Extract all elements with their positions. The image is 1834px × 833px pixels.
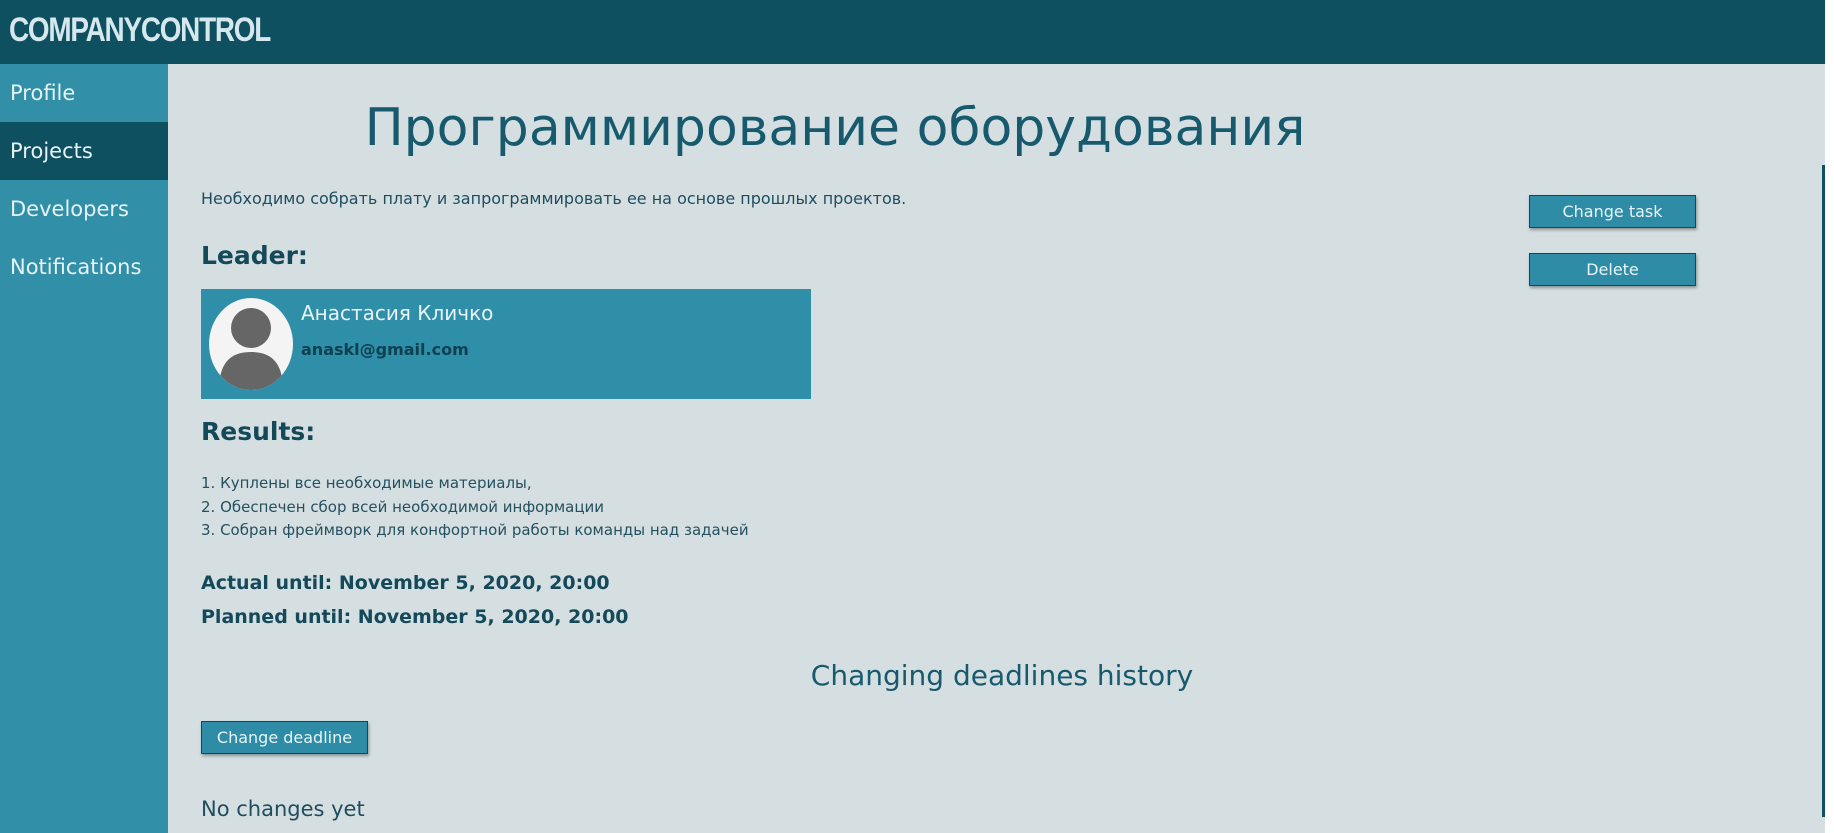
top-bar: COMPANYCONTROL xyxy=(0,0,1825,64)
no-changes-text: No changes yet xyxy=(201,797,365,821)
result-item: 3. Собран фреймворк для конфортной работ… xyxy=(201,521,749,539)
leader-heading: Leader: xyxy=(201,241,308,270)
change-task-button[interactable]: Change task xyxy=(1529,195,1696,228)
change-deadline-button[interactable]: Change deadline xyxy=(201,721,368,754)
result-item: 2. Обеспечен сбор всей необходимой инфор… xyxy=(201,497,605,516)
scrollbar[interactable] xyxy=(1822,165,1825,817)
page-title: Программирование оборудования xyxy=(364,98,1306,158)
actual-until: Actual until: November 5, 2020, 20:00 xyxy=(201,572,610,594)
deadlines-history-title: Changing deadlines history xyxy=(810,659,1194,692)
planned-until: Planned until: November 5, 2020, 20:00 xyxy=(201,606,629,628)
sidebar: Profile Projects Developers Notification… xyxy=(0,64,168,833)
app-logo[interactable]: COMPANYCONTROL xyxy=(9,11,271,50)
leader-email: anaskl@gmail.com xyxy=(301,340,469,359)
results-heading: Results: xyxy=(201,417,316,446)
leader-card[interactable]: Анастасия Кличко anaskl@gmail.com xyxy=(201,289,811,399)
project-description: Необходимо собрать плату и запрограммиро… xyxy=(201,189,907,208)
sidebar-item-notifications[interactable]: Notifications xyxy=(0,238,168,296)
leader-name[interactable]: Анастасия Кличко xyxy=(301,301,493,325)
user-silhouette-icon xyxy=(209,298,293,390)
main-content xyxy=(168,64,1825,833)
results-list: 1. Куплены все необходимые материалы, 2.… xyxy=(201,472,749,543)
sidebar-item-developers[interactable]: Developers xyxy=(0,180,168,238)
result-item: 1. Куплены все необходимые материалы, xyxy=(201,474,532,492)
delete-button[interactable]: Delete xyxy=(1529,253,1696,286)
